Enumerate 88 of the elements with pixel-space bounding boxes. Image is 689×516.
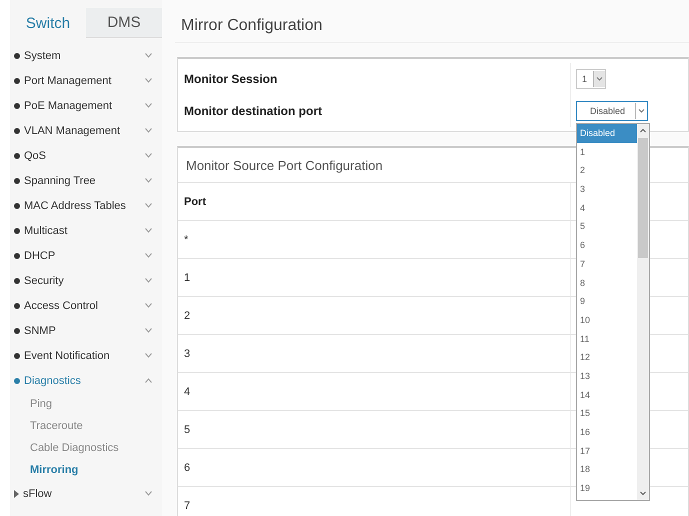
table-cell-text: 7 <box>183 500 192 512</box>
submenu-item[interactable]: Cable Diagnostics <box>10 437 162 459</box>
dropdown-option[interactable]: 16 <box>577 423 637 442</box>
sidebar-item[interactable]: MAC Address Tables <box>10 193 162 218</box>
chevron-icon <box>145 253 152 258</box>
bullet-icon <box>14 152 20 158</box>
bullet-icon <box>14 78 20 84</box>
bullet-icon <box>14 378 20 384</box>
dropdown-option[interactable]: 8 <box>577 274 637 292</box>
table-cell-text: 4 <box>183 386 192 398</box>
sidebar-item[interactable]: Multicast <box>10 218 162 243</box>
page-title: Mirror Configuration <box>181 17 322 35</box>
dropdown-option[interactable]: 6 <box>577 236 637 255</box>
setting-label: Monitor destination port <box>183 104 323 118</box>
sidebar-item[interactable]: Event Notification <box>10 343 162 368</box>
chevron-icon <box>145 128 152 133</box>
chevron-icon <box>145 178 152 183</box>
sidebar-item[interactable]: Diagnostics <box>10 368 162 393</box>
dropdown-option[interactable]: 12 <box>577 348 637 367</box>
chevron-icon <box>145 491 152 496</box>
sidebar-item[interactable]: sFlow <box>10 481 162 506</box>
select-field[interactable]: 1 <box>576 69 606 89</box>
column-header: Port <box>183 196 207 208</box>
sidebar-item[interactable]: QoS <box>10 143 162 168</box>
section-title: Monitor Source Port Configuration <box>186 158 383 172</box>
scrollbar[interactable] <box>637 124 649 500</box>
chevron-icon <box>145 303 152 308</box>
select-field[interactable]: Disabled <box>576 101 648 121</box>
bullet-icon <box>14 228 20 234</box>
sidebar-item[interactable]: Access Control <box>10 293 162 318</box>
dropdown-option[interactable]: 2 <box>577 161 637 180</box>
sidebar-item[interactable]: Port Management <box>10 68 162 93</box>
dropdown-option[interactable]: 1 <box>577 142 637 162</box>
table-cell-text: 5 <box>183 424 192 436</box>
dropdown-option[interactable]: 17 <box>577 442 637 460</box>
bullet-icon <box>14 302 20 308</box>
bullet-icon <box>14 52 20 58</box>
dropdown-option[interactable]: 13 <box>577 366 637 386</box>
chevron-icon <box>145 203 152 208</box>
submenu-item[interactable]: Mirroring <box>10 459 162 481</box>
dropdown-option[interactable]: 7 <box>577 254 637 274</box>
sidebar-item[interactable]: VLAN Management <box>10 118 162 143</box>
sidebar-item[interactable]: DHCP <box>10 243 162 268</box>
chevron-icon <box>145 153 152 158</box>
bullet-icon <box>14 128 20 134</box>
table-cell-text: 3 <box>183 348 192 360</box>
dropdown-option[interactable]: 9 <box>577 292 637 311</box>
table-cell-text: * <box>183 234 190 246</box>
dropdown-option[interactable]: 4 <box>577 198 637 218</box>
chevron-icon <box>145 53 152 58</box>
sidebar-item[interactable]: PoE Management <box>10 93 162 118</box>
chevron-icon <box>145 353 152 358</box>
bullet-icon <box>14 252 20 258</box>
dropdown-option[interactable]: 5 <box>577 217 637 236</box>
dropdown-option[interactable]: 3 <box>577 180 637 199</box>
chevron-icon <box>145 228 152 233</box>
triangle-icon <box>14 490 19 498</box>
bullet-icon <box>14 102 20 108</box>
dropdown-option[interactable]: 10 <box>577 310 637 330</box>
bullet-icon <box>14 278 20 284</box>
bullet-icon <box>14 202 20 208</box>
chevron-icon <box>145 103 152 108</box>
dropdown-option[interactable]: 11 <box>577 330 637 348</box>
sidebar-item[interactable]: SNMP <box>10 318 162 343</box>
table-cell-text: 1 <box>183 272 192 284</box>
submenu-item[interactable]: Traceroute <box>10 415 162 437</box>
chevron-icon <box>593 71 606 87</box>
submenu-item[interactable]: Ping <box>10 393 162 415</box>
sidebar-item[interactable]: Spanning Tree <box>10 168 162 193</box>
dropdown-option[interactable]: 18 <box>577 460 637 480</box>
dropdown-option[interactable]: 19 <box>577 479 637 498</box>
dropdown-option[interactable]: Disabled <box>577 124 637 143</box>
chevron-icon <box>145 278 152 283</box>
sidebar-item[interactable]: System <box>10 43 162 68</box>
bullet-icon <box>14 328 20 334</box>
setting-label: Monitor Session <box>183 72 278 86</box>
chevron-icon <box>145 78 152 83</box>
bullet-icon <box>14 178 20 184</box>
chevron-icon <box>635 103 648 119</box>
sidebar-tab[interactable]: DMS <box>86 8 162 38</box>
sidebar-item[interactable]: Security <box>10 268 162 293</box>
table-cell-text: 6 <box>183 462 192 474</box>
dropdown-option[interactable]: 15 <box>577 404 637 423</box>
chevron-icon <box>145 328 152 333</box>
table-cell-text: 2 <box>183 310 192 322</box>
chevron-icon <box>145 378 152 383</box>
bullet-icon <box>14 352 20 358</box>
dropdown-option[interactable]: 14 <box>577 386 637 404</box>
